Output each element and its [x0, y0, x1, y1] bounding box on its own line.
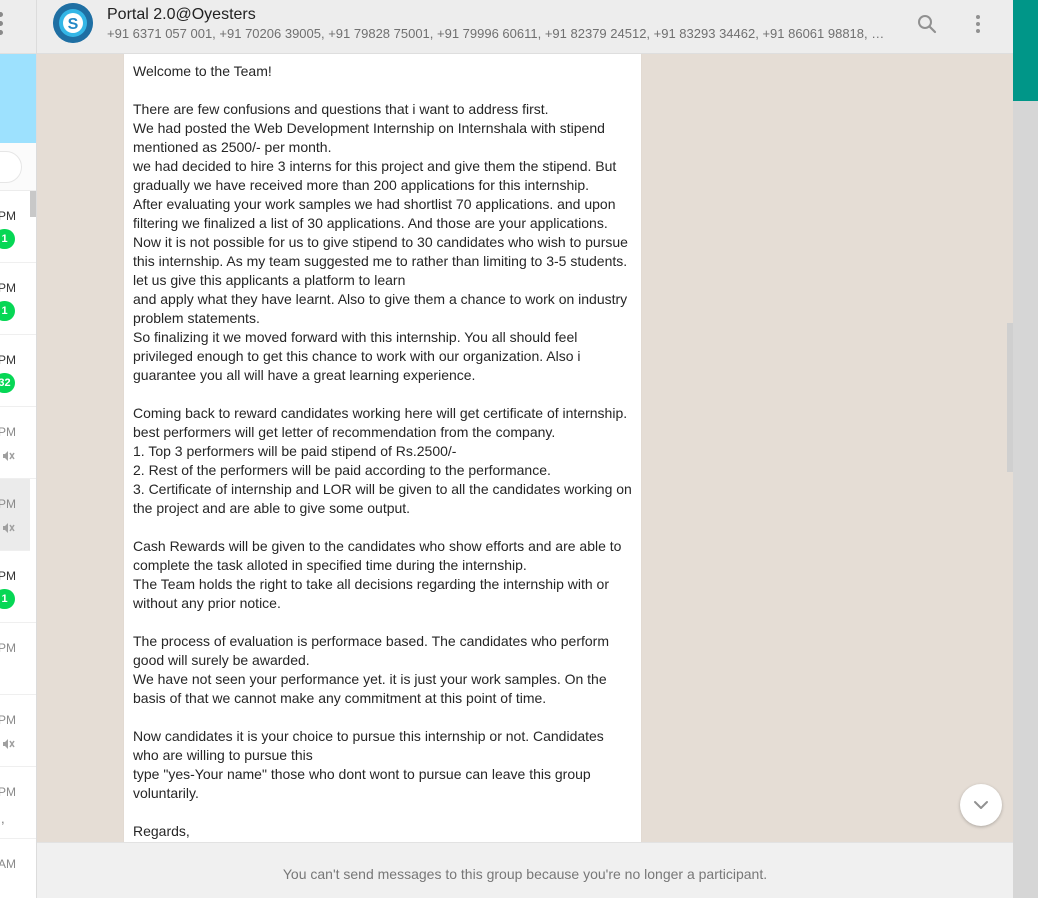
messages-pane: Welcome to the Team! There are few confu… [37, 54, 1013, 842]
chat-list-item[interactable]: AM [0, 839, 36, 898]
message-bubble[interactable]: Welcome to the Team! There are few confu… [124, 54, 641, 842]
unread-badge: 1 [0, 229, 15, 249]
not-participant-notice: You can't send messages to this group be… [37, 842, 1013, 898]
chat-time: AM [0, 857, 16, 871]
chevron-down-icon [974, 801, 988, 809]
chat-list-item[interactable]: PM , [0, 767, 36, 839]
sidebar-search [0, 143, 36, 191]
scroll-to-bottom-button[interactable] [960, 784, 1002, 826]
chat-time: PM [0, 425, 16, 439]
unread-badge: 32 [0, 373, 15, 393]
sidebar-scrollbar[interactable] [30, 191, 36, 217]
sidebar-header [0, 0, 36, 54]
chat-list-item-active[interactable]: PM [0, 479, 30, 551]
app-accent-bar [1013, 0, 1038, 101]
window-background-gutter [1013, 0, 1038, 898]
mute-icon [3, 451, 15, 461]
search-icon[interactable] [915, 12, 939, 36]
notification-banner[interactable] [0, 54, 36, 143]
chat-list-item[interactable]: PM 1 [0, 551, 36, 623]
mute-icon [3, 523, 15, 533]
chat-time: PM [0, 641, 16, 655]
chat-time: PM [0, 569, 16, 583]
chat-list-item[interactable]: PM [0, 407, 36, 479]
chat-time: PM [0, 209, 16, 223]
chat-time: PM [0, 353, 16, 367]
mute-icon [3, 739, 15, 749]
unread-badge: 1 [0, 301, 15, 321]
sidebar-menu-icon[interactable] [0, 12, 3, 35]
more-vert-icon[interactable] [966, 12, 990, 36]
group-participants[interactable]: +91 6371 057 001, +91 70206 39005, +91 7… [107, 26, 887, 41]
chat-time: PM [0, 713, 16, 727]
chat-preview-fragment: , [1, 811, 5, 826]
avatar-letter: S [68, 16, 79, 33]
chat-list-item[interactable]: PM 1 [0, 263, 36, 335]
group-title[interactable]: Portal 2.0@Oyesters [107, 6, 256, 24]
conversation-header: S Portal 2.0@Oyesters +91 6371 057 001, … [37, 0, 1013, 54]
chat-list-item[interactable]: PM [0, 695, 36, 767]
unread-badge: 1 [0, 589, 15, 609]
chat-time: PM [0, 497, 16, 511]
chat-list-item[interactable]: PM [0, 623, 36, 695]
chat-list-item[interactable]: PM 32 [0, 335, 36, 407]
chat-list-sidebar: PM 1 PM 1 PM 32 PM PM PM 1 PM PM PM , AM [0, 0, 37, 898]
search-chats-input[interactable] [0, 151, 22, 183]
group-avatar[interactable]: S [53, 3, 93, 43]
chat-time: PM [0, 281, 16, 295]
chat-time: PM [0, 785, 16, 799]
